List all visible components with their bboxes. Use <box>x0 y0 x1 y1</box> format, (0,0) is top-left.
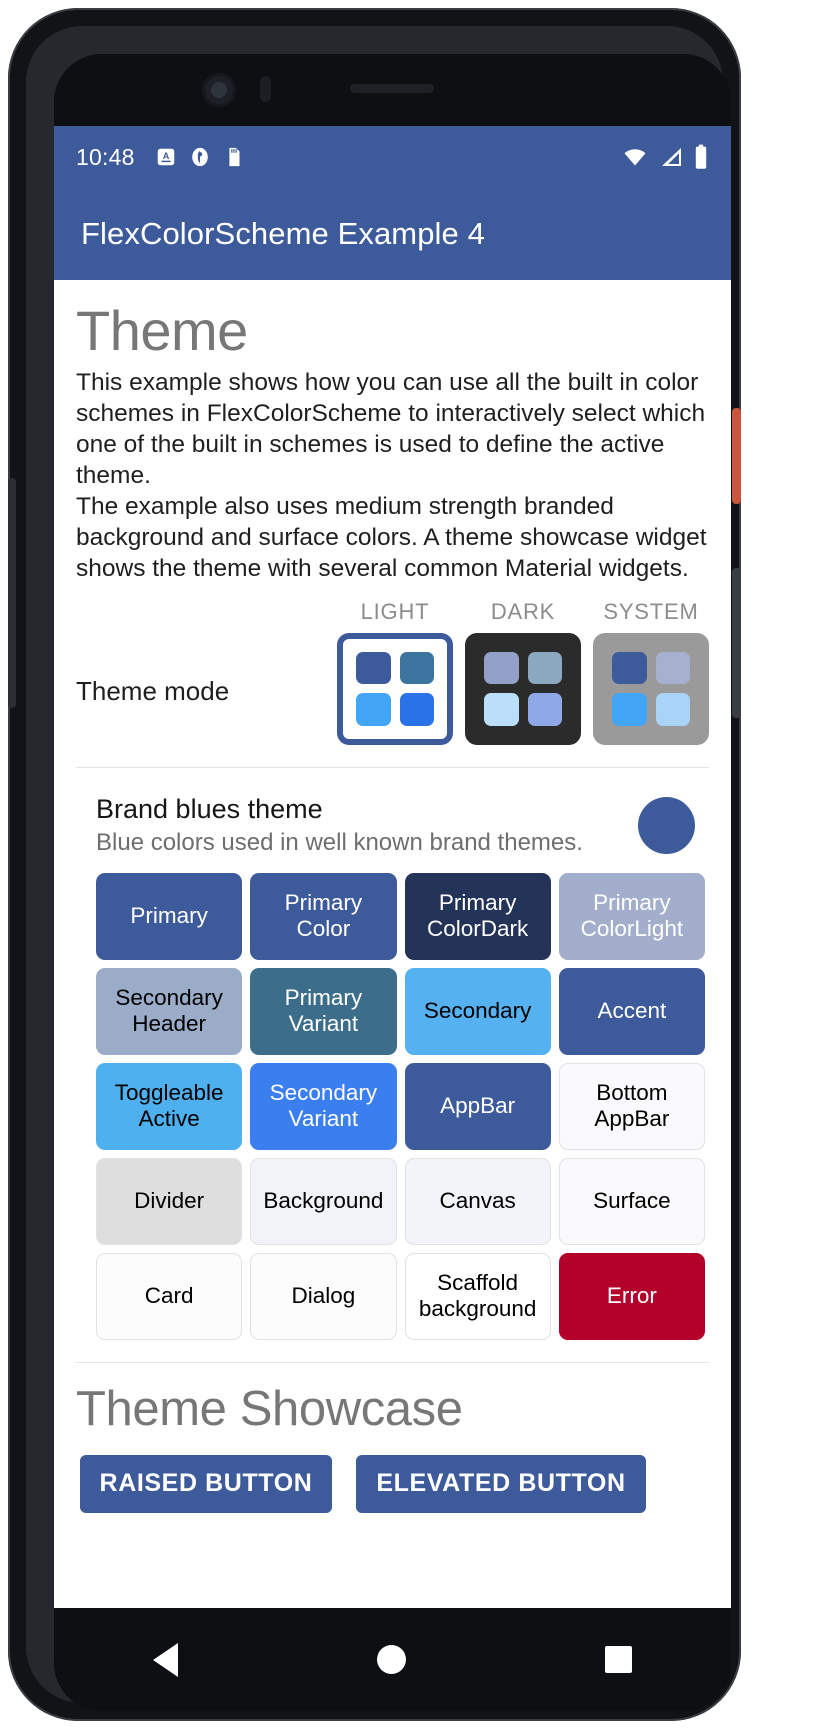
theme-mode-caption-light: LIGHT <box>360 598 430 624</box>
mode-swatch <box>527 693 562 726</box>
color-swatch: Primary Color <box>250 872 397 960</box>
theme-mode-option-system[interactable]: SYSTEM <box>593 599 709 745</box>
status-bar: 10:48 A <box>54 126 731 188</box>
phone-screen: 10:48 A FlexColorScheme Example 4 Theme … <box>54 54 731 1711</box>
mode-swatch <box>612 693 647 726</box>
home-nav-icon[interactable] <box>376 1645 406 1674</box>
scheme-texts: Brand blues theme Blue colors used in we… <box>96 794 638 857</box>
app-bar-title: FlexColorScheme Example 4 <box>81 216 485 251</box>
color-swatch: Primary ColorLight <box>558 872 705 960</box>
elevated-button[interactable]: ELEVATED BUTTON <box>356 1454 646 1513</box>
color-swatch: Card <box>96 1252 243 1340</box>
color-swatch: Accent <box>558 967 705 1055</box>
color-swatch: Surface <box>558 1157 705 1245</box>
mode-swatch <box>655 693 690 726</box>
theme-mode-toggle-group[interactable]: LIGHT DARK SYSTEM <box>337 599 709 745</box>
color-swatch: Primary <box>96 872 243 960</box>
mode-swatch <box>484 651 519 685</box>
do-not-disturb-icon <box>191 147 208 167</box>
theme-mode-option-dark[interactable]: DARK <box>465 599 581 745</box>
theme-mode-row: Theme mode LIGHT DARK SYSTEM <box>54 599 731 745</box>
cellular-signal-icon <box>662 148 681 166</box>
scheme-subtitle: Blue colors used in well known brand the… <box>96 828 583 856</box>
status-bar-clock: 10:48 <box>76 143 135 170</box>
wifi-icon <box>624 149 646 166</box>
theme-mode-swatchbox-system[interactable] <box>593 632 709 745</box>
color-swatch: Secondary <box>404 967 551 1055</box>
svg-text:A: A <box>162 151 169 161</box>
power-button[interactable] <box>732 408 741 504</box>
back-nav-icon[interactable] <box>153 1642 179 1677</box>
mode-swatch <box>356 693 391 726</box>
device-notch-bar <box>54 54 731 126</box>
color-swatch: Primary ColorDark <box>404 872 551 960</box>
theme-showcase-title: Theme Showcase <box>76 1381 463 1436</box>
left-side-button[interactable] <box>8 478 16 708</box>
scheme-title: Brand blues theme <box>96 793 323 824</box>
scheme-header[interactable]: Brand blues theme Blue colors used in we… <box>54 768 731 857</box>
scheme-color-dot[interactable] <box>638 796 695 854</box>
color-swatch: Dialog <box>250 1252 397 1340</box>
page-title: Theme <box>76 299 248 362</box>
mode-swatch <box>612 651 647 685</box>
page-content[interactable]: Theme This example shows how you can use… <box>54 280 731 1608</box>
mode-swatch <box>484 693 519 726</box>
color-swatch: AppBar <box>404 1062 551 1150</box>
color-swatch-grid: Primary Primary Color Primary ColorDark Pri… <box>54 857 731 1340</box>
color-swatch: Error <box>558 1252 705 1340</box>
color-swatch: Background <box>250 1157 397 1245</box>
phone-frame: 10:48 A FlexColorScheme Example 4 Theme … <box>8 8 741 1721</box>
theme-mode-caption-dark: DARK <box>490 598 556 624</box>
mode-swatch <box>527 651 562 685</box>
volume-button[interactable] <box>732 568 741 718</box>
color-swatch: Primary Variant <box>250 967 397 1055</box>
theme-mode-swatchbox-dark[interactable] <box>465 632 581 745</box>
battery-icon <box>695 144 707 169</box>
mode-swatch <box>655 651 690 685</box>
mode-swatch <box>399 651 434 685</box>
showcase-button-row: RAISED BUTTON ELEVATED BUTTON <box>54 1437 731 1513</box>
theme-mode-label: Theme mode <box>76 675 230 706</box>
color-swatch: Scaffold background <box>404 1252 551 1340</box>
status-bar-right-icons <box>621 144 709 170</box>
color-swatch: Toggleable Active <box>96 1062 243 1150</box>
color-swatch: Bottom AppBar <box>558 1062 705 1150</box>
color-swatch: Secondary Header <box>96 967 243 1055</box>
recents-nav-icon[interactable] <box>604 1646 632 1673</box>
color-swatch: Divider <box>96 1157 243 1245</box>
phone-bezel: 10:48 A FlexColorScheme Example 4 Theme … <box>26 26 731 1711</box>
color-swatch: Secondary Variant <box>250 1062 397 1150</box>
theme-mode-swatchbox-light[interactable] <box>337 632 453 745</box>
color-swatch: Canvas <box>404 1157 551 1245</box>
app-window: 10:48 A FlexColorScheme Example 4 Theme … <box>54 126 731 1608</box>
mode-swatch <box>356 651 391 685</box>
sd-card-icon <box>228 147 240 167</box>
intro-paragraph-1: This example shows how you can use all t… <box>76 368 706 490</box>
earpiece-speaker <box>350 84 434 93</box>
status-bar-left-icons: A <box>155 146 245 168</box>
theme-mode-option-light[interactable]: LIGHT <box>337 599 453 745</box>
raised-button[interactable]: RAISED BUTTON <box>80 1454 332 1513</box>
intro-paragraph-2: The example also uses medium strength br… <box>76 493 707 583</box>
alarm-icon: A <box>157 148 174 166</box>
mode-swatch <box>399 693 434 726</box>
sensor-icon <box>260 76 271 102</box>
app-bar: FlexColorScheme Example 4 <box>54 188 731 280</box>
front-camera-icon <box>202 73 236 107</box>
system-navigation-bar <box>54 1608 731 1711</box>
theme-mode-caption-system: SYSTEM <box>603 598 699 624</box>
screenshot-root: 10:48 A FlexColorScheme Example 4 Theme … <box>0 0 815 1729</box>
